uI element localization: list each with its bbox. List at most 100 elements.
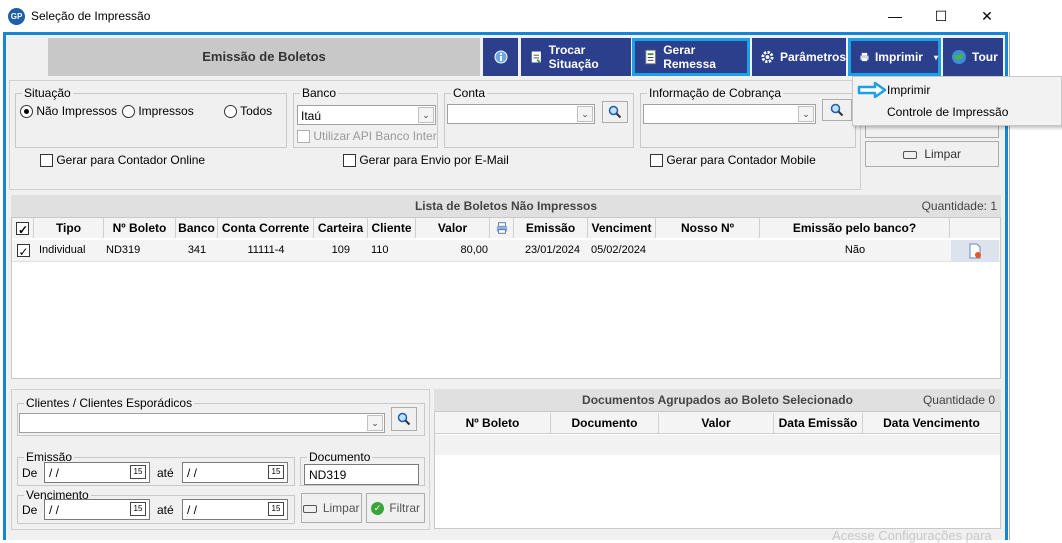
eraser-icon	[303, 504, 318, 513]
close-icon[interactable]: ✕	[964, 0, 1010, 32]
bottom-limpar-label: Limpar	[322, 501, 360, 515]
col-boleto[interactable]: Nº Boleto	[104, 218, 176, 238]
conta-select[interactable]: ⌄	[447, 104, 595, 124]
conta-search-button[interactable]	[602, 101, 628, 123]
banco-value: Itaú	[301, 109, 322, 123]
vencimento-de-value: / /	[49, 503, 60, 517]
col-conta-corrente[interactable]: Conta Corrente	[218, 218, 314, 238]
globe-icon	[952, 50, 966, 64]
menu-item-imprimir-label: Imprimir	[887, 83, 931, 97]
search-icon	[830, 103, 844, 117]
menu-item-controle-impressao[interactable]: Controle de Impressão	[854, 102, 1060, 122]
col-nosso-numero[interactable]: Nosso Nº	[656, 218, 760, 238]
col-carteira[interactable]: Carteira	[314, 218, 368, 238]
gerar-remessa-button[interactable]: Gerar Remessa	[632, 38, 750, 76]
radio-todos[interactable]: Todos	[224, 104, 272, 119]
document-icon	[969, 243, 981, 259]
cell-banco: 341	[187, 244, 207, 256]
filtrar-button[interactable]: ✓ Filtrar	[366, 493, 425, 523]
title-bar[interactable]: GP Seleção de Impressão — ☐ ✕	[0, 0, 1010, 32]
cell-emissao: 23/01/2024	[524, 244, 580, 256]
docs-col-data-vencimento[interactable]: Data Vencimento	[863, 413, 1000, 433]
select-all-checkbox[interactable]	[12, 218, 34, 240]
cobranca-search-button[interactable]	[822, 99, 852, 121]
clientes-search-button[interactable]	[391, 407, 417, 431]
checkbox-box	[650, 154, 663, 168]
calendar-icon[interactable]: 15	[130, 465, 146, 479]
cobranca-select[interactable]: ⌄	[643, 104, 816, 124]
docs-col-documento[interactable]: Documento	[551, 413, 659, 433]
info-icon	[494, 50, 507, 64]
emissao-ate-date-input[interactable]: / / 15	[182, 462, 288, 483]
radio-impressos[interactable]: Impressos	[122, 104, 194, 119]
maximize-icon[interactable]: ☐	[918, 0, 964, 32]
documento-input[interactable]: ND319	[304, 464, 419, 485]
col-valor[interactable]: Valor	[416, 218, 490, 238]
api-banco-inter-checkbox[interactable]: Utilizar API Banco Inter	[297, 129, 437, 144]
swap-document-icon	[531, 51, 541, 64]
checkbox-box	[343, 154, 356, 168]
cell-conta: 11111-4	[247, 244, 285, 256]
boletos-section-header: Lista de Boletos Não Impressos Quantidad…	[11, 195, 1001, 217]
vencimento-de-date-input[interactable]: / / 15	[44, 499, 150, 520]
emissao-de-date-input[interactable]: / / 15	[44, 462, 150, 483]
col-cliente[interactable]: Cliente	[368, 218, 416, 238]
vencimento-ate-date-input[interactable]: / / 15	[182, 499, 288, 520]
api-banco-inter-label: Utilizar API Banco Inter	[313, 129, 437, 143]
bottom-limpar-button[interactable]: Limpar	[301, 493, 362, 523]
calendar-icon[interactable]: 15	[268, 465, 284, 479]
col-impressao[interactable]	[490, 218, 514, 238]
checkbox-box	[16, 220, 29, 240]
col-banco[interactable]: Banco	[176, 218, 218, 238]
gerar-contador-mobile-checkbox[interactable]: Gerar para Contador Mobile	[650, 153, 816, 168]
vencimento-ate-label: até	[157, 503, 174, 517]
gerar-contador-online-label: Gerar para Contador Online	[56, 153, 206, 167]
cell-valor: 80,00	[460, 244, 488, 256]
conta-label: Conta	[453, 86, 486, 100]
background-hint-text: Acesse Configurações para	[832, 528, 992, 543]
trocar-situacao-button[interactable]: Trocar Situação	[521, 38, 631, 76]
boletos-quantidade: Quantidade: 1	[921, 199, 997, 213]
docs-col-data-emissao[interactable]: Data Emissão	[774, 413, 863, 433]
tour-button[interactable]: Tour	[943, 38, 1003, 76]
chevron-down-icon: ▾	[933, 52, 938, 62]
col-actions	[950, 218, 1000, 238]
radio-nao-impressos[interactable]: Não Impressos	[20, 104, 117, 119]
col-tipo[interactable]: Tipo	[34, 218, 104, 238]
col-emissao[interactable]: Emissão	[514, 218, 588, 238]
gerar-envio-email-checkbox[interactable]: Gerar para Envio por E-Mail	[343, 153, 509, 168]
banco-select[interactable]: Itaú ⌄	[297, 105, 436, 125]
calendar-icon[interactable]: 15	[130, 502, 146, 516]
limpar-button[interactable]: Limpar	[865, 141, 999, 167]
limpar-label: Limpar	[924, 147, 962, 161]
docs-title: Documentos Agrupados ao Boleto Seleciona…	[582, 393, 853, 407]
trocar-situacao-label: Trocar Situação	[548, 43, 599, 71]
clientes-select[interactable]: ⌄	[19, 413, 385, 433]
situacao-label: Situação	[24, 86, 71, 100]
minimize-icon[interactable]: —	[872, 0, 918, 32]
imprimir-label: Imprimir	[874, 50, 923, 64]
imprimir-dropdown-button[interactable]: Imprimir ▾	[848, 38, 941, 76]
search-icon	[397, 412, 411, 426]
menu-item-imprimir[interactable]: Imprimir	[854, 80, 1060, 100]
boletos-title: Lista de Boletos Não Impressos	[414, 199, 598, 213]
docs-col-valor[interactable]: Valor	[659, 413, 774, 433]
calendar-icon[interactable]: 15	[268, 502, 284, 516]
row-checkbox[interactable]	[12, 240, 34, 262]
info-button[interactable]	[483, 38, 518, 76]
col-emissao-banco[interactable]: Emissão pelo banco?	[760, 218, 950, 238]
gerar-remessa-label: Gerar Remessa	[663, 43, 716, 71]
tour-label: Tour	[972, 50, 998, 64]
col-vencimento[interactable]: Venciment	[588, 218, 656, 238]
radio-indicator	[224, 105, 237, 119]
row-document-button[interactable]	[951, 240, 999, 262]
imprimir-dropdown-menu: Imprimir Controle de Impressão	[852, 76, 1062, 126]
docs-col-boleto[interactable]: Nº Boleto	[435, 413, 551, 433]
printer-icon	[496, 222, 507, 234]
docs-quantidade: Quantidade 0	[922, 393, 995, 407]
chevron-down-icon: ⌄	[418, 107, 434, 123]
gerar-contador-online-checkbox[interactable]: Gerar para Contador Online	[40, 153, 206, 168]
parametros-button[interactable]: Parâmetros	[752, 38, 846, 76]
printer-icon	[860, 52, 869, 62]
docs-empty-row	[435, 435, 1000, 455]
